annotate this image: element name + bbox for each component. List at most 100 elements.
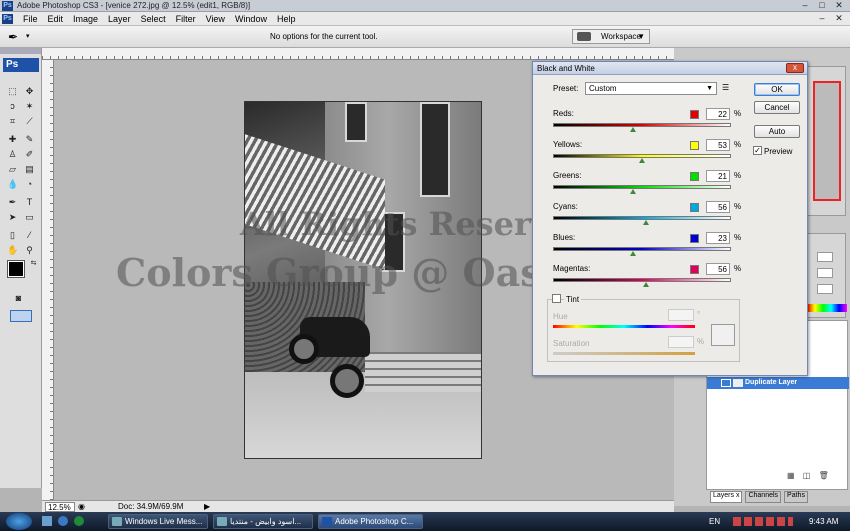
toolbox-header[interactable] — [0, 48, 41, 54]
slider-track[interactable] — [553, 123, 731, 127]
tab-paths[interactable]: Paths — [784, 491, 808, 503]
cancel-button[interactable]: Cancel — [754, 101, 800, 114]
clock[interactable]: 9:43 AM — [809, 514, 838, 529]
preview-checkbox[interactable]: ✓ — [753, 146, 762, 155]
doc-size: Doc: 34.9M/69.9M — [118, 502, 184, 511]
brush-tool-icon[interactable]: ✎ — [24, 134, 35, 145]
status-options-icon[interactable]: ◉ — [78, 502, 85, 511]
slider-thumb[interactable] — [630, 189, 636, 194]
status-arrow-icon[interactable]: ▶ — [204, 502, 210, 511]
preset-select[interactable]: Custom ▼ — [585, 82, 717, 95]
menu-edit[interactable]: Edit — [43, 14, 69, 24]
history-brush-icon[interactable]: ✐ — [24, 149, 35, 160]
tab-close-icon[interactable]: x — [736, 492, 740, 499]
dodge-tool-icon[interactable]: ◔ — [24, 179, 35, 190]
slider-thumb[interactable] — [643, 282, 649, 287]
auto-button[interactable]: Auto — [754, 125, 800, 138]
menu-view[interactable]: View — [201, 14, 230, 24]
quicklaunch-ie-icon[interactable] — [58, 516, 68, 526]
layer-visibility-icon[interactable] — [721, 379, 731, 387]
magic-wand-icon[interactable]: ✶ — [24, 101, 35, 112]
slider-thumb[interactable] — [630, 251, 636, 256]
slider-value-field[interactable]: 53 — [706, 139, 730, 151]
eyedropper-icon[interactable]: ✒ — [8, 30, 18, 44]
tint-checkbox[interactable] — [552, 294, 561, 303]
hand-tool-icon[interactable]: ✋ — [7, 245, 18, 256]
zoom-tool-icon[interactable]: ⚲ — [24, 245, 35, 256]
layer-actions[interactable]: ▦ ◫ 🗑 — [787, 471, 832, 480]
slider-value-field[interactable]: 21 — [706, 170, 730, 182]
notes-tool-icon[interactable]: ▯ — [7, 230, 18, 241]
start-button[interactable] — [6, 513, 32, 530]
hue-degree: ° — [697, 310, 701, 319]
lasso-tool-icon[interactable]: ↄ — [7, 101, 18, 112]
saturation-field[interactable] — [668, 336, 694, 348]
tab-layers[interactable]: Layers x — [710, 491, 743, 503]
minimize-icon[interactable]: – — [797, 1, 813, 11]
pen-tool-icon[interactable]: ✒ — [7, 197, 18, 208]
menu-layer[interactable]: Layer — [103, 14, 136, 24]
zoom-field[interactable]: 12.5% — [45, 502, 75, 512]
doc-close-icon[interactable]: ✕ — [831, 14, 847, 24]
move-tool-icon[interactable]: ✥ — [24, 86, 35, 97]
eyedropper-tool-icon[interactable]: ⁄ — [24, 230, 35, 241]
tool-preset-chevron-icon[interactable]: ▾ — [26, 32, 30, 40]
slider-track[interactable] — [553, 247, 731, 251]
healing-brush-icon[interactable]: ✚ — [7, 134, 18, 145]
gradient-tool-icon[interactable]: ▤ — [24, 164, 35, 175]
dialog-close-button[interactable]: x — [786, 63, 804, 73]
preset-options-icon[interactable]: ☰ — [722, 83, 729, 92]
foreground-color-swatch[interactable] — [7, 260, 25, 278]
shape-tool-icon[interactable]: ▭ — [24, 212, 35, 223]
eraser-tool-icon[interactable]: ▱ — [7, 164, 18, 175]
slider-track[interactable] — [553, 216, 731, 220]
slider-thumb[interactable] — [639, 158, 645, 163]
language-indicator[interactable]: EN — [709, 514, 720, 529]
slider-thumb[interactable] — [630, 127, 636, 132]
hue-slider[interactable] — [553, 325, 695, 328]
slider-value-field[interactable]: 56 — [706, 201, 730, 213]
type-tool-icon[interactable]: T — [24, 197, 35, 208]
slider-value-field[interactable]: 23 — [706, 232, 730, 244]
tray-icons[interactable] — [733, 517, 793, 526]
doc-minimize-icon[interactable]: – — [814, 14, 830, 24]
menu-help[interactable]: Help — [272, 14, 301, 24]
slider-value-field[interactable]: 22 — [706, 108, 730, 120]
blur-tool-icon[interactable]: 💧 — [7, 179, 18, 190]
workspace-label: Workspace — [601, 32, 641, 41]
slider-track[interactable] — [553, 278, 731, 282]
taskbar-item-messenger[interactable]: Windows Live Mess... — [108, 514, 208, 529]
menu-window[interactable]: Window — [230, 14, 272, 24]
path-selection-icon[interactable]: ➤ — [7, 212, 18, 223]
screen-mode-icon[interactable] — [10, 310, 32, 322]
ok-button[interactable]: OK — [754, 83, 800, 96]
slice-tool-icon[interactable]: ⟋ — [24, 116, 35, 127]
slider-percent: % — [734, 233, 742, 242]
marquee-tool-icon[interactable]: ⬚ — [7, 86, 18, 97]
menu-select[interactable]: Select — [136, 14, 171, 24]
tab-channels[interactable]: Channels — [745, 491, 782, 503]
menu-image[interactable]: Image — [68, 14, 103, 24]
slider-value-field[interactable]: 56 — [706, 263, 730, 275]
maximize-icon[interactable]: □ — [814, 1, 830, 11]
close-icon[interactable]: ✕ — [831, 1, 847, 11]
toolbox-logo[interactable]: Ps — [3, 58, 39, 72]
saturation-slider[interactable] — [553, 352, 695, 355]
swap-colors-icon[interactable]: ⇆ — [28, 258, 39, 269]
taskbar-item-photoshop[interactable]: Adobe Photoshop C... — [318, 514, 423, 529]
workspace-button[interactable]: Workspace ▼ — [572, 29, 650, 44]
layer-row-duplicate[interactable]: Duplicate Layer — [707, 377, 849, 389]
slider-track[interactable] — [553, 185, 731, 189]
slider-thumb[interactable] — [643, 220, 649, 225]
clone-stamp-icon[interactable]: ♙ — [7, 149, 18, 160]
crop-tool-icon[interactable]: ⌗ — [7, 116, 18, 127]
quick-mask-icon[interactable]: ◙ — [13, 293, 24, 304]
ps-menu-icon[interactable]: Ps — [2, 14, 13, 24]
quicklaunch-messenger-icon[interactable] — [74, 516, 84, 526]
hue-field[interactable] — [668, 309, 694, 321]
menu-filter[interactable]: Filter — [171, 14, 201, 24]
tint-color-swatch[interactable] — [711, 324, 735, 346]
quicklaunch-desktop-icon[interactable] — [42, 516, 52, 526]
taskbar-item-forum[interactable]: اسود وابيض - منتديا... — [213, 514, 313, 529]
menu-file[interactable]: File — [18, 14, 43, 24]
